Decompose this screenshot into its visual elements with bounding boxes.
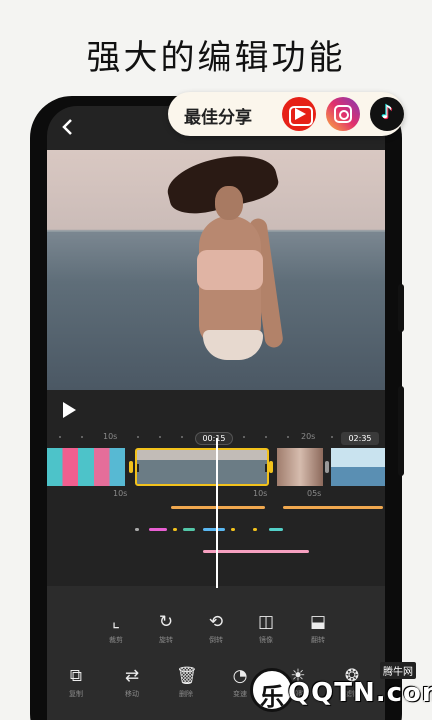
app-screen: 10s 20s 00:15 02:35 10s 10s 05s ⌞ 裁剪 ↻ 旋…	[47, 106, 385, 720]
share-label: 最佳分享	[184, 108, 252, 128]
current-time: 00:15	[195, 432, 233, 445]
effect-marker[interactable]	[253, 528, 257, 531]
tool-label: 复制	[69, 690, 83, 698]
tool-label: 镜像	[259, 636, 273, 644]
delete-tool[interactable]: 🗑 删除	[161, 666, 211, 699]
delete-icon: 🗑	[176, 666, 198, 686]
ruler-label: 10s	[103, 432, 118, 441]
tool-label: 裁剪	[109, 636, 123, 644]
youtube-icon[interactable]	[282, 97, 316, 131]
tool-label: 倒转	[209, 636, 223, 644]
copy-tool[interactable]: ⧉ 复制	[51, 666, 101, 699]
promo-headline: 强大的编辑功能	[86, 38, 346, 78]
share-panel: 最佳分享 ♪	[168, 92, 404, 136]
flip-icon: ⬓	[309, 612, 327, 632]
preview-subject	[197, 250, 263, 290]
effect-marker[interactable]	[231, 528, 235, 531]
tool-label: 旋转	[159, 636, 173, 644]
preview-subject	[203, 330, 263, 360]
effect-marker[interactable]	[173, 528, 177, 531]
phone-side-button	[398, 284, 404, 332]
watermark-text: QQTN.com	[288, 678, 432, 708]
tiktok-icon[interactable]: ♪	[370, 97, 404, 131]
rotate-tool[interactable]: ↻ 旋转	[141, 612, 191, 645]
trim-handle-left[interactable]	[129, 461, 133, 473]
tool-label: 翻转	[311, 636, 325, 644]
mirror-tool[interactable]: ◫ 镜像	[241, 612, 291, 645]
site-watermark: 乐 QQTN.com 腾牛网	[232, 662, 432, 720]
total-duration: 02:35	[341, 432, 379, 445]
instagram-icon[interactable]	[326, 97, 360, 131]
rotate-icon: ↻	[158, 612, 174, 632]
crop-tool[interactable]: ⌞ 裁剪	[91, 612, 141, 645]
clip-duration-label: 05s	[307, 489, 322, 498]
playhead[interactable]	[216, 438, 218, 588]
audio-track[interactable]	[283, 506, 383, 509]
video-clip[interactable]	[331, 448, 385, 486]
move-tool[interactable]: ⇄ 移动	[107, 666, 157, 699]
phone-side-button	[398, 386, 404, 476]
video-preview[interactable]	[47, 150, 385, 390]
reverse-icon: ⟲	[208, 612, 224, 632]
preview-subject	[215, 186, 243, 220]
tool-label: 移动	[125, 690, 139, 698]
video-clip[interactable]	[47, 448, 125, 486]
watermark-small-text: 腾牛网	[380, 662, 416, 679]
flip-tool[interactable]: ⬓ 翻转	[293, 612, 343, 645]
reverse-tool[interactable]: ⟲ 倒转	[191, 612, 241, 645]
copy-icon: ⧉	[69, 666, 83, 686]
effect-marker[interactable]	[135, 528, 139, 531]
trim-handle-right[interactable]	[269, 461, 273, 473]
move-icon: ⇄	[124, 666, 140, 686]
video-clip[interactable]	[277, 448, 323, 486]
effect-marker[interactable]	[203, 528, 225, 531]
video-clip-selected[interactable]	[135, 448, 269, 486]
mirror-icon: ◫	[257, 612, 275, 632]
play-icon[interactable]	[63, 402, 76, 418]
tool-label: 删除	[179, 690, 193, 698]
clip-handle[interactable]	[325, 461, 329, 473]
clip-duration-label: 10s	[113, 489, 128, 498]
crop-icon: ⌞	[112, 612, 120, 632]
effect-marker[interactable]	[183, 528, 195, 531]
effect-marker[interactable]	[269, 528, 283, 531]
audio-track[interactable]	[171, 506, 265, 509]
effect-marker[interactable]	[149, 528, 167, 531]
chevron-left-icon[interactable]	[57, 116, 79, 138]
clip-duration-label: 10s	[253, 489, 268, 498]
text-track[interactable]	[203, 550, 309, 553]
ruler-label: 20s	[301, 432, 316, 441]
